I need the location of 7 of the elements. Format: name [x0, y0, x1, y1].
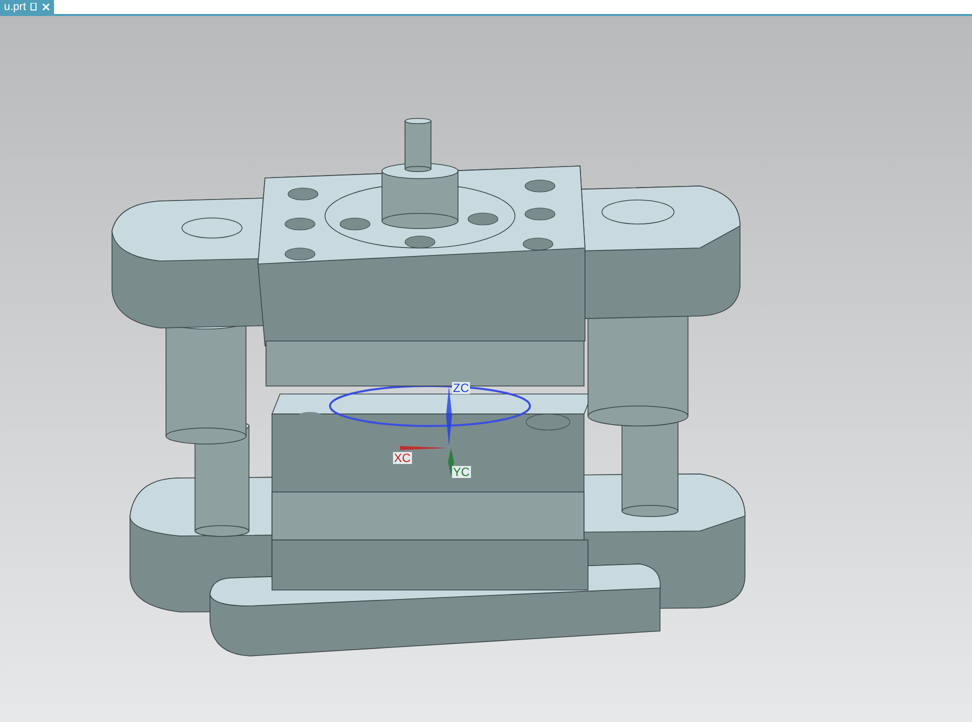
axis-label: YC	[452, 466, 471, 478]
graphics-viewport[interactable]: ZC XC YC	[0, 16, 972, 722]
pin-icon[interactable]	[30, 3, 38, 11]
tab-label: u.prt	[4, 1, 26, 13]
axis-label: XC	[393, 452, 412, 464]
axis-label: ZC	[452, 382, 470, 394]
close-icon[interactable]	[42, 3, 50, 11]
